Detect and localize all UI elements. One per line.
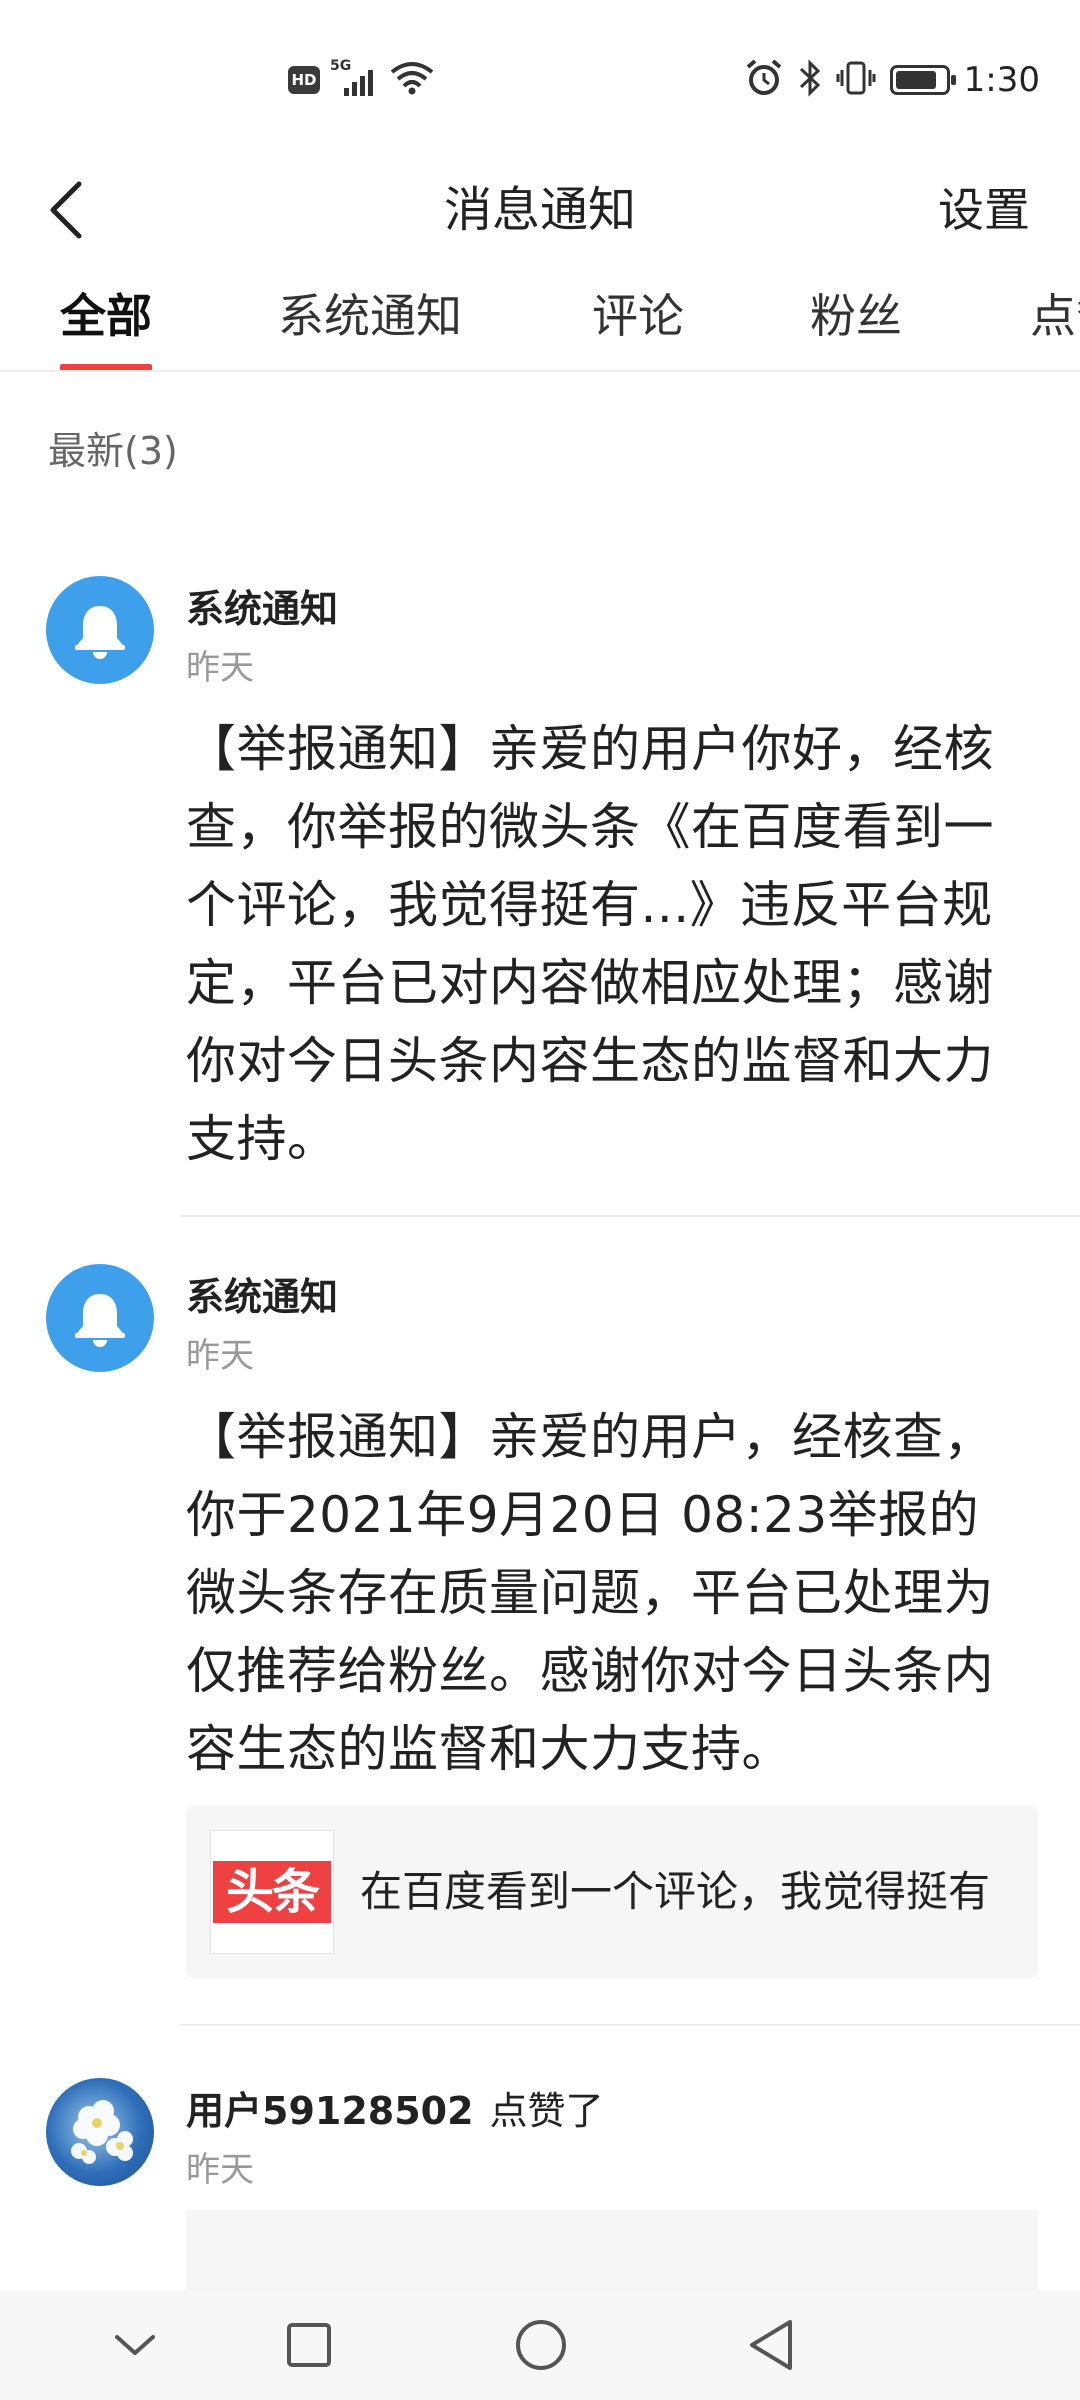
nav-bar: 消息通知 设置 [0, 150, 1080, 270]
avatar[interactable] [46, 576, 154, 684]
tab-system-notice[interactable]: 系统通知 [278, 272, 462, 370]
avatar[interactable] [46, 1264, 154, 1372]
tab-fans[interactable]: 粉丝 [810, 272, 902, 370]
back-button[interactable] [30, 172, 100, 248]
status-bar: HD 5G 1:30 [0, 0, 1080, 150]
wifi-icon [390, 60, 434, 100]
signal-icon: 5G [330, 58, 380, 98]
tab-bar: 全部 系统通知 评论 粉丝 点赞 [0, 272, 1080, 372]
user-name[interactable]: 用户59128502 [186, 2089, 474, 2133]
collapse-icon [115, 2335, 155, 2355]
sender-name: 系统通知 [186, 1275, 339, 1319]
tab-all[interactable]: 全部 [60, 272, 152, 370]
message-time: 昨天 [186, 1336, 254, 1376]
bell-icon [75, 1294, 125, 1347]
message-body: 【举报通知】亲爱的用户你好，经核查，你举报的微头条《在百度看到一个评论，我觉得挺… [186, 720, 994, 1168]
user-avatar[interactable] [46, 2078, 154, 2186]
flower-avatar-icon [71, 2100, 133, 2164]
referenced-post-card[interactable]: 头条 在百度看到一个评论，我觉得挺有 [186, 1806, 1038, 1978]
status-right: 1:30 [744, 56, 1040, 104]
message-time: 昨天 [186, 2150, 254, 2190]
chevron-left-icon [50, 181, 82, 239]
bluetooth-icon [798, 58, 822, 102]
status-left: HD 5G [288, 58, 434, 102]
referenced-post-title: 在百度看到一个评论，我觉得挺有 [360, 1867, 991, 1916]
collapse-button[interactable] [98, 2308, 172, 2382]
vibrate-icon [836, 58, 876, 102]
home-icon [516, 2320, 566, 2370]
sender-name: 系统通知 [186, 587, 339, 631]
recents-icon [287, 2323, 331, 2367]
system-nav-bar [0, 2290, 1080, 2400]
home-button[interactable] [504, 2308, 578, 2382]
screen: HD 5G 1:30 消息通知 设置 全部 系统通知 评论 粉丝 点 最新(3)… [0, 0, 1080, 2400]
divider [180, 2024, 1080, 2026]
tab-comments[interactable]: 评论 [592, 272, 684, 370]
back-icon [750, 2320, 792, 2370]
like-action-text: 点赞了 [489, 2089, 604, 2133]
alarm-icon [744, 58, 784, 102]
hd-icon: HD [288, 66, 320, 94]
settings-button[interactable]: 设置 [938, 150, 1030, 270]
message-body: 【举报通知】亲爱的用户，经核查，你于2021年9月20日 08:23举报的微头条… [186, 1408, 994, 1778]
back-nav-button[interactable] [734, 2308, 808, 2382]
status-time: 1:30 [963, 60, 1040, 100]
battery-icon [889, 65, 956, 95]
bell-icon [75, 606, 125, 659]
toutiao-logo-thumbnail: 头条 [210, 1830, 334, 1954]
toutiao-logo: 头条 [213, 1861, 331, 1923]
page-title: 消息通知 [443, 182, 636, 238]
section-label: 最新(3) [48, 429, 178, 473]
tab-likes[interactable]: 点赞 [1030, 272, 1080, 370]
message-time: 昨天 [186, 648, 254, 688]
recents-button[interactable] [272, 2308, 346, 2382]
sender-name: 用户59128502 点赞了 [186, 2080, 604, 2135]
divider [180, 1215, 1080, 1217]
liked-content-preview[interactable] [186, 2210, 1038, 2290]
